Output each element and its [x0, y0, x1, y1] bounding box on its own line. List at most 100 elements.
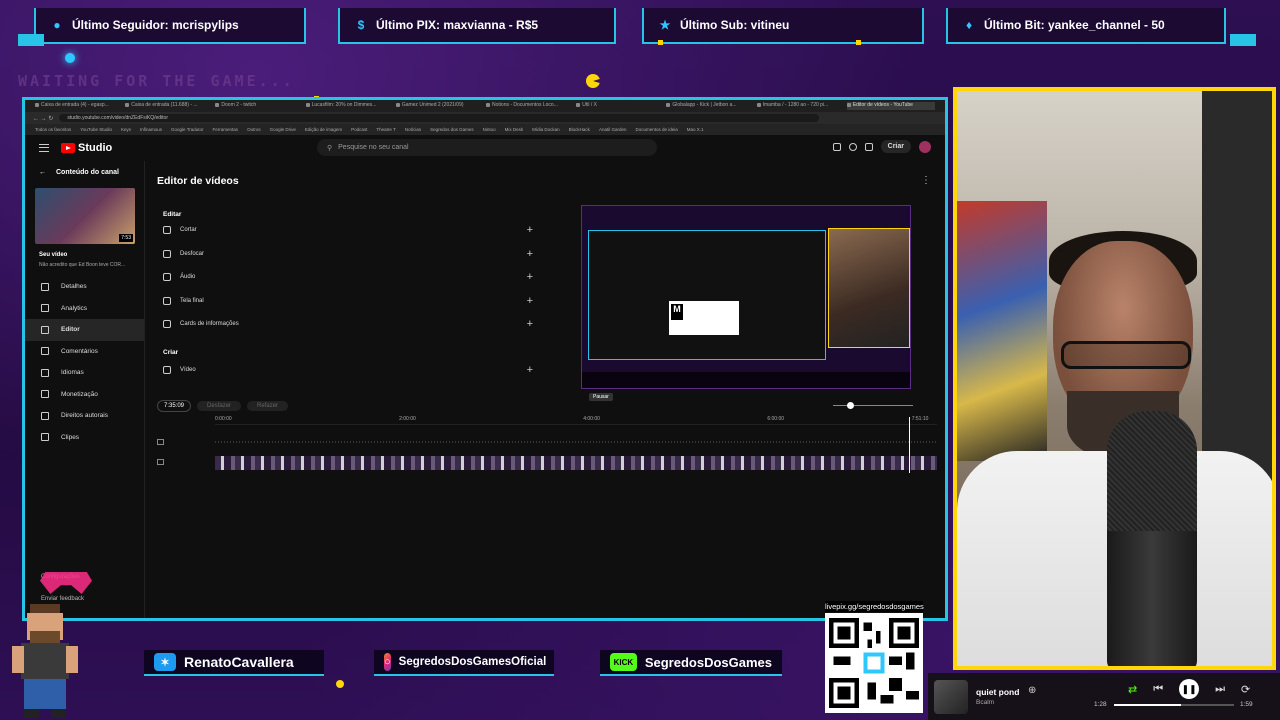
sidebar-item-5[interactable]: Monetização — [25, 384, 144, 406]
thumbnail-duration: 7:53 — [119, 234, 133, 242]
sidebar-item-3[interactable]: Comentários — [25, 341, 144, 363]
browser-tabs[interactable]: Caixa de entrada (4) - egasp... Caixa de … — [25, 100, 945, 112]
video-title: Não acredito que Ed Boon teve COR... — [39, 262, 126, 268]
bookmark-item[interactable]: Segredos dos Games — [430, 127, 474, 132]
subtitles-icon[interactable] — [832, 142, 841, 151]
browser-tab[interactable]: Gamez Unimed 2 (2021/09) — [395, 102, 484, 110]
bookmark-item[interactable]: Podcast — [351, 127, 367, 132]
plus-icon[interactable]: + — [527, 224, 533, 236]
tool-3[interactable]: Tela final + — [163, 292, 533, 310]
tool-video[interactable]: Vídeo + — [163, 361, 533, 379]
kick-icon: KICK — [610, 653, 637, 671]
tool-1[interactable]: Desfocar + — [163, 245, 533, 263]
sidebar-item-4[interactable]: Idiomas — [25, 362, 144, 384]
instagram-handle: SegredosDosGamesOficial — [398, 656, 547, 668]
bookmark-item[interactable]: Ferramentas — [213, 127, 239, 132]
bookmark-item[interactable]: Outros — [247, 127, 261, 132]
sidebar-item-label: Monetização — [61, 390, 98, 398]
bookmark-item[interactable]: Mix Desk — [505, 127, 524, 132]
ruler-tick: 6:00:00 — [767, 416, 785, 422]
ruler-tick: 0:00:00 — [215, 416, 232, 422]
nav-arrows-icon[interactable]: ← → ↻ — [33, 115, 53, 122]
audio-waveform[interactable] — [215, 441, 937, 443]
browser-tab[interactable]: Globalapp - Kick | Jetbon a... — [666, 102, 754, 110]
tool-0[interactable]: Cortar + — [163, 221, 533, 239]
zoom-slider[interactable] — [833, 402, 913, 409]
bookmark-item[interactable]: Documentos de ideia — [635, 127, 677, 132]
plus-icon[interactable]: + — [527, 271, 533, 283]
bookmark-item[interactable]: Edição de imagem — [305, 127, 342, 132]
tool-icon — [163, 296, 171, 305]
video-preview[interactable] — [581, 205, 911, 389]
menu-icon[interactable] — [39, 144, 49, 152]
livepix-qr-code[interactable] — [825, 613, 923, 713]
help-icon[interactable] — [848, 142, 857, 151]
browser-tab[interactable]: Caixa de entrada (11.688) - ... — [125, 102, 213, 110]
ruler-tick: 2:00:00 — [399, 416, 416, 422]
video-track-icon — [157, 459, 164, 465]
studio-logo[interactable]: Studio — [61, 142, 112, 154]
back-to-content[interactable]: ← Conteúdo do canal — [25, 161, 144, 184]
plus-icon[interactable]: + — [527, 364, 533, 376]
studio-header: Studio ⚲ Pesquise no seu canal Criar — [25, 135, 945, 161]
sidebar-item-1[interactable]: Analytics — [25, 298, 144, 320]
sidebar-item-label: Detalhes — [61, 283, 87, 291]
progress-bar[interactable] — [1114, 704, 1234, 706]
sidebar-item-7[interactable]: Clipes — [25, 427, 144, 449]
last-sub-box: ★ Último Sub: vitineu — [642, 8, 924, 44]
address-bar[interactable]: studio.youtube.com/video/dnZEdFsiKQ/edit… — [59, 114, 820, 122]
sidebar-item-6[interactable]: Direitos autorais — [25, 405, 144, 427]
bookmark-item[interactable]: Nintoo — [483, 127, 496, 132]
browser-tab[interactable]: Editor de vídeos - YouTube — [846, 102, 936, 110]
avatar[interactable] — [919, 140, 931, 153]
bookmark-item[interactable]: YouTube Studio — [80, 127, 112, 132]
bookmark-item[interactable]: Todos os favoritos — [35, 127, 71, 132]
browser-tab[interactable]: Doom 2 - twitch — [215, 102, 303, 110]
shuffle-icon[interactable]: ⇄ — [1128, 683, 1137, 696]
plus-icon[interactable]: + — [527, 248, 533, 260]
playhead[interactable] — [909, 417, 910, 473]
bookmark-item[interactable]: Mídia Dockan — [532, 127, 560, 132]
plus-icon[interactable]: + — [527, 295, 533, 307]
rating-box — [669, 301, 739, 335]
nav-icon — [41, 325, 49, 334]
bookmark-item[interactable]: Google Drive — [270, 127, 296, 132]
previous-icon[interactable]: ⏮ — [1153, 683, 1163, 696]
star-icon: ★ — [659, 18, 671, 32]
sidebar-item-0[interactable]: Detalhes — [25, 276, 144, 298]
create-button[interactable]: Criar — [880, 140, 911, 153]
bookmark-item[interactable]: Keys — [121, 127, 131, 132]
tool-2[interactable]: Áudio + — [163, 268, 533, 286]
last-bit-box: ♦ Último Bit: yankee_channel - 50 — [946, 8, 1226, 44]
pause-icon[interactable]: ❚❚ — [1179, 679, 1200, 699]
tool-4[interactable]: Cards de informações + — [163, 315, 533, 333]
repeat-icon[interactable]: ⟳ — [1241, 683, 1250, 696]
preview-controls[interactable] — [582, 372, 910, 388]
video-track[interactable] — [215, 456, 937, 470]
next-icon[interactable]: ⏭ — [1215, 683, 1225, 696]
redo-button[interactable]: Refazer — [247, 401, 289, 411]
video-thumbnail[interactable]: 7:53 — [35, 188, 135, 244]
bookmark-item[interactable]: Google Tradutor — [171, 127, 204, 132]
add-icon[interactable]: ⊕ — [1028, 685, 1036, 696]
undo-button[interactable]: Desfazer — [197, 401, 242, 411]
bookmark-item[interactable]: Theatre T — [376, 127, 395, 132]
more-options-icon[interactable]: ⋮ — [921, 175, 931, 186]
sidebar-item-2[interactable]: Editor — [25, 319, 144, 341]
plus-icon[interactable]: + — [527, 318, 533, 330]
browser-tab[interactable]: Lucasfilm: 20% on Dimmes... — [305, 102, 394, 110]
bookmark-item[interactable]: Anatil Garden — [599, 127, 627, 132]
bookmark-item[interactable]: Notícias — [405, 127, 421, 132]
bookmark-item[interactable]: BlockHack — [569, 127, 590, 132]
timeline-toolbar: 7:35:09 Desfazer Refazer — [157, 399, 933, 413]
bookmark-item[interactable]: Mao X.1 — [687, 127, 704, 132]
notifications-icon[interactable] — [864, 142, 873, 151]
browser-tab[interactable]: Imamba / - 1280 ao - 720 pi... — [756, 102, 845, 110]
browser-tab[interactable]: Caixa de entrada (4) - egasp... — [35, 102, 123, 110]
studio-search[interactable]: ⚲ Pesquise no seu canal — [317, 139, 657, 156]
tool-icon — [163, 273, 171, 281]
bookmark-item[interactable]: Infinamous — [140, 127, 162, 132]
header-actions: Criar — [832, 140, 931, 153]
browser-tab[interactable]: Notions - Documentos Loco... — [486, 102, 574, 110]
browser-tab[interactable]: Util / X — [576, 102, 664, 110]
